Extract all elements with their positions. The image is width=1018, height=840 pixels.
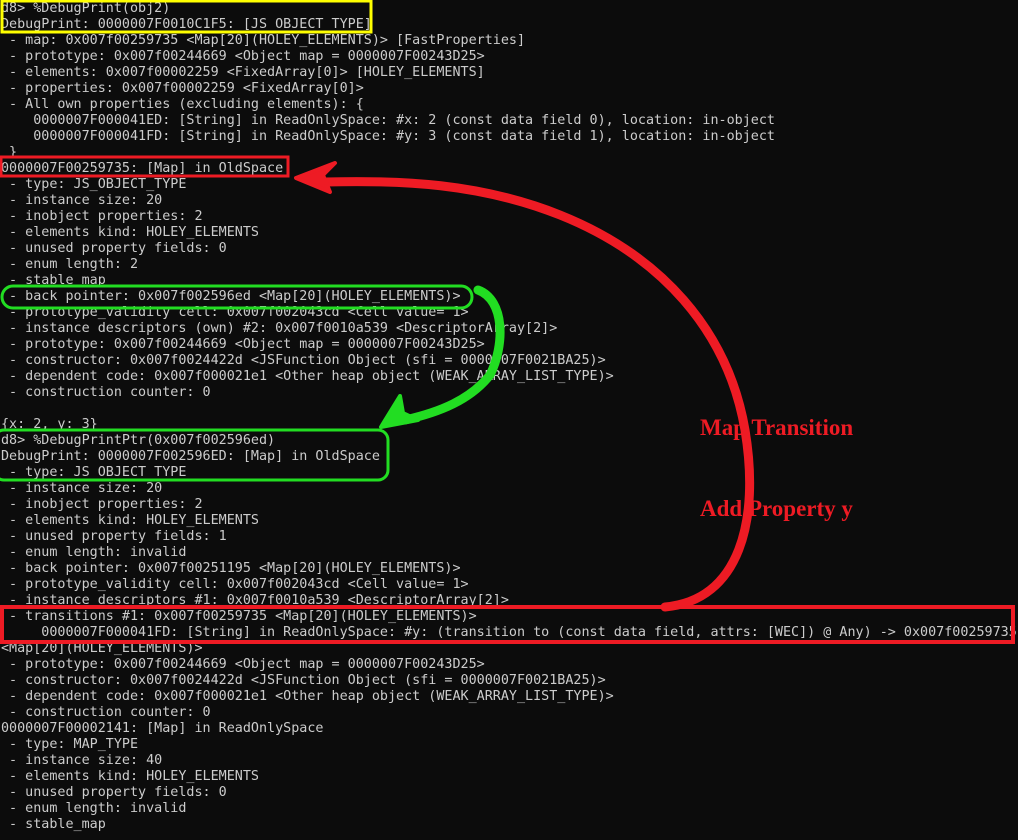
terminal-line: DebugPrint: 0000007F0010C1F5: [JS_OBJECT… <box>1 17 372 32</box>
terminal-line: 0000007F000041ED: [String] in ReadOnlySp… <box>1 113 775 128</box>
terminal-line: - unused property fields: 1 <box>1 529 227 544</box>
terminal-line: - enum length: 2 <box>1 257 139 272</box>
terminal-line: 0000007F000041FD: [String] in ReadOnlySp… <box>1 129 775 144</box>
terminal-output[interactable]: d8> %DebugPrint(obj2) DebugPrint: 0000007… <box>0 0 1018 840</box>
terminal-line: - instance size: 40 <box>1 753 163 768</box>
terminal-line: - elements: 0x007f00002259 <FixedArray[0… <box>1 65 485 80</box>
terminal-line: - transitions #1: 0x007f00259735 <Map[20… <box>1 609 477 624</box>
terminal-line: - enum length: invalid <box>1 801 187 816</box>
terminal-line: - prototype_validity cell: 0x007f002043c… <box>1 305 469 320</box>
terminal-line: - dependent code: 0x007f000021e1 <Other … <box>1 689 614 704</box>
terminal-line: - constructor: 0x007f0024422d <JSFunctio… <box>1 673 606 688</box>
terminal-line: } <box>1 145 18 160</box>
terminal-line: - unused property fields: 0 <box>1 241 227 256</box>
terminal-line: - prototype_validity cell: 0x007f002043c… <box>1 577 469 592</box>
terminal-line: DebugPrint: 0000007F002596ED: [Map] in O… <box>1 449 380 464</box>
terminal-line: - map: 0x007f00259735 <Map[20](HOLEY_ELE… <box>1 33 526 48</box>
terminal-line: - enum length: invalid <box>1 545 187 560</box>
terminal-line: - instance descriptors (own) #2: 0x007f0… <box>1 321 558 336</box>
terminal-line: - instance descriptors #1: 0x007f0010a53… <box>1 593 509 608</box>
terminal-line: 0000007F00002141: [Map] in ReadOnlySpace <box>1 721 324 736</box>
terminal-line: - unused property fields: 0 <box>1 785 227 800</box>
terminal-line: - prototype: 0x007f00244669 <Object map … <box>1 337 485 352</box>
terminal-line: - elements kind: HOLEY_ELEMENTS <box>1 225 259 240</box>
terminal-line: 0000007F000041FD: [String] in ReadOnlySp… <box>1 625 1017 640</box>
terminal-line: - elements kind: HOLEY_ELEMENTS <box>1 769 259 784</box>
terminal-line: - instance size: 20 <box>1 481 163 496</box>
terminal-line: - All own properties (excluding elements… <box>1 97 364 112</box>
terminal-line: - construction counter: 0 <box>1 705 211 720</box>
terminal-line: - inobject properties: 2 <box>1 497 203 512</box>
terminal-line: d8> %DebugPrintPtr(0x007f002596ed) <box>1 433 276 448</box>
terminal-line: - prototype: 0x007f00244669 <Object map … <box>1 657 485 672</box>
terminal-line: - stable_map <box>1 817 106 832</box>
terminal-screenshot: d8> %DebugPrint(obj2) DebugPrint: 0000007… <box>0 0 1018 840</box>
terminal-line: - properties: 0x007f00002259 <FixedArray… <box>1 81 364 96</box>
terminal-line: - inobject properties: 2 <box>1 209 203 224</box>
terminal-line: d8> %DebugPrint(obj2) <box>1 1 171 16</box>
terminal-line: 0000007F00259735: [Map] in OldSpace <box>1 161 284 176</box>
terminal-line: - elements kind: HOLEY_ELEMENTS <box>1 513 259 528</box>
terminal-line: - type: JS_OBJECT_TYPE <box>1 177 187 192</box>
terminal-line: - construction counter: 0 <box>1 385 211 400</box>
terminal-line: - type: JS_OBJECT_TYPE <box>1 465 187 480</box>
terminal-line: - prototype: 0x007f00244669 <Object map … <box>1 49 485 64</box>
terminal-line: {x: 2, y: 3} <box>1 417 98 432</box>
terminal-line: - back pointer: 0x007f00251195 <Map[20](… <box>1 561 461 576</box>
terminal-line: - instance size: 20 <box>1 193 163 208</box>
terminal-line: - back pointer: 0x007f002596ed <Map[20](… <box>1 289 461 304</box>
terminal-line: - dependent code: 0x007f000021e1 <Other … <box>1 369 614 384</box>
terminal-line: - constructor: 0x007f0024422d <JSFunctio… <box>1 353 606 368</box>
terminal-line: - type: MAP_TYPE <box>1 737 139 752</box>
terminal-line: <Map[20](HOLEY_ELEMENTS)> <box>1 641 203 656</box>
terminal-line: - stable_map <box>1 273 106 288</box>
